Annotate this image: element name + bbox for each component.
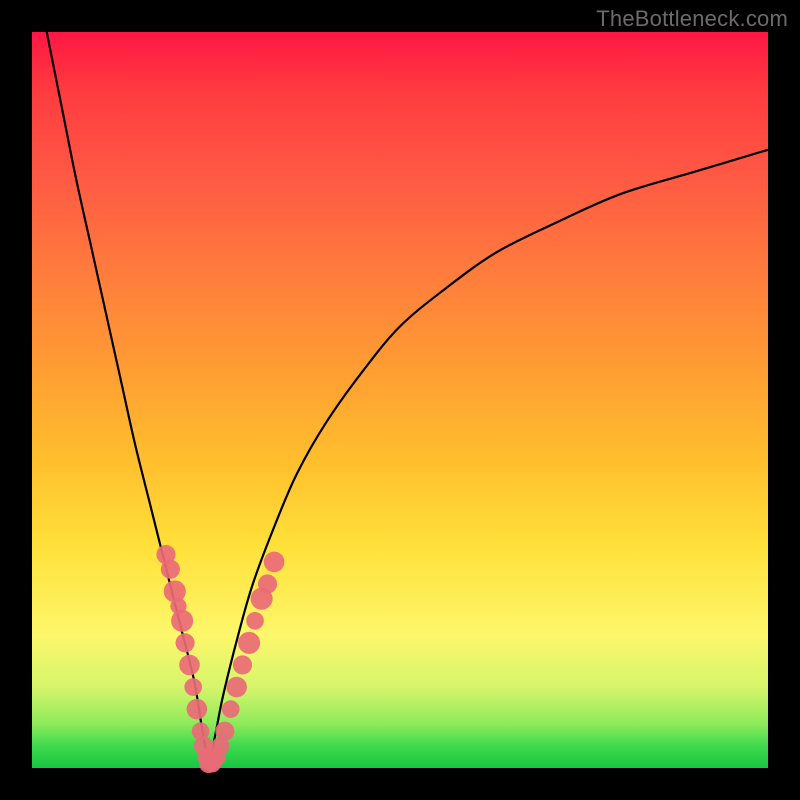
highlight-marker [161, 560, 180, 579]
curve-layer [32, 32, 768, 768]
highlight-marker [187, 699, 208, 720]
highlight-marker [215, 722, 234, 741]
highlight-marker [264, 552, 285, 573]
highlight-marker [176, 633, 195, 652]
highlight-marker [171, 610, 193, 632]
highlight-marker [258, 574, 277, 593]
highlight-marker [238, 632, 260, 654]
plot-area [32, 32, 768, 768]
highlight-marker [184, 678, 202, 696]
highlight-marker [233, 655, 252, 674]
highlight-marker [226, 677, 247, 698]
chart-frame: TheBottleneck.com [0, 0, 800, 800]
highlight-marker [222, 700, 240, 718]
curve-right-branch [209, 150, 768, 768]
watermark-text: TheBottleneck.com [596, 6, 788, 32]
highlight-marker [179, 655, 200, 676]
highlight-marker [246, 612, 264, 630]
